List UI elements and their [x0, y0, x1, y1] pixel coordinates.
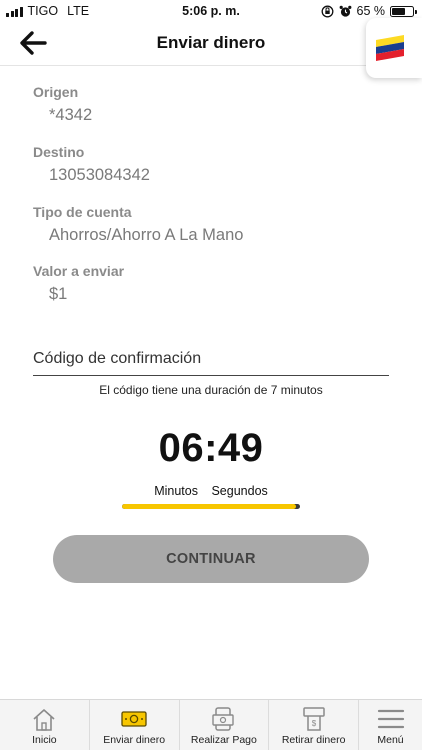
origin-value: *4342 [49, 106, 93, 124]
account-type-field: Tipo de cuenta Ahorros/Ahorro A La Mano [33, 204, 243, 245]
continue-button[interactable]: CONTINUAR [53, 535, 369, 583]
timer-progress-fill [122, 504, 297, 509]
minutes-label: Minutos [154, 484, 198, 498]
bottom-tab-bar: Inicio Enviar dinero Realizar Pago $ Ret… [0, 699, 422, 750]
destination-value: 13053084342 [49, 166, 150, 184]
svg-text:$: $ [311, 719, 316, 728]
bank-logo [366, 18, 422, 78]
header: Enviar dinero [0, 22, 422, 66]
hamburger-menu-icon [377, 709, 404, 729]
tab-inicio[interactable]: Inicio [0, 700, 89, 750]
destination-field: Destino 13053084342 [33, 144, 150, 185]
confirmation-code-input[interactable] [33, 348, 389, 376]
amount-value: $1 [49, 285, 68, 303]
timer-progress-bar [122, 504, 300, 509]
payment-icon [212, 707, 234, 731]
seconds-label: Segundos [211, 484, 268, 498]
bank-flag-logo-icon [376, 35, 404, 61]
destination-label: Destino [33, 144, 85, 160]
code-duration-note: El código tiene una duración de 7 minuto… [99, 383, 323, 397]
tab-inicio-label: Inicio [32, 734, 57, 746]
battery-percent: 65 % [356, 4, 386, 18]
timer-labels: Minutos Segundos [0, 484, 422, 498]
status-right: 65 % [321, 4, 417, 18]
home-icon [33, 709, 55, 731]
account-type-label: Tipo de cuenta [33, 204, 132, 220]
tab-enviar-dinero-label: Enviar dinero [103, 734, 166, 746]
alarm-clock-icon [339, 5, 351, 17]
origin-label: Origen [33, 84, 79, 100]
rotation-lock-icon [321, 5, 333, 17]
status-bar: TIGO LTE 5:06 p. m. 65 % [0, 0, 422, 22]
tab-retirar-dinero-label: Retirar dinero [281, 734, 346, 746]
account-type-value: Ahorros/Ahorro A La Mano [49, 226, 244, 244]
tab-menu[interactable]: Menú [358, 700, 422, 750]
page-title: Enviar dinero [156, 33, 266, 52]
tab-realizar-pago-label: Realizar Pago [190, 734, 257, 746]
atm-withdraw-icon: $ [302, 707, 325, 731]
battery-level [392, 7, 405, 15]
amount-label: Valor a enviar [33, 263, 125, 279]
tab-menu-label: Menú [377, 734, 404, 746]
tab-enviar-dinero[interactable]: Enviar dinero [88, 700, 179, 750]
countdown-timer: 06:49 [158, 426, 264, 470]
tab-retirar-dinero[interactable]: $ Retirar dinero [268, 700, 358, 750]
origin-field: Origen *4342 [33, 84, 92, 125]
tab-realizar-pago[interactable]: Realizar Pago [178, 700, 269, 750]
battery-icon [390, 5, 417, 17]
amount-field: Valor a enviar $1 [33, 263, 124, 304]
money-bill-icon [121, 711, 147, 727]
